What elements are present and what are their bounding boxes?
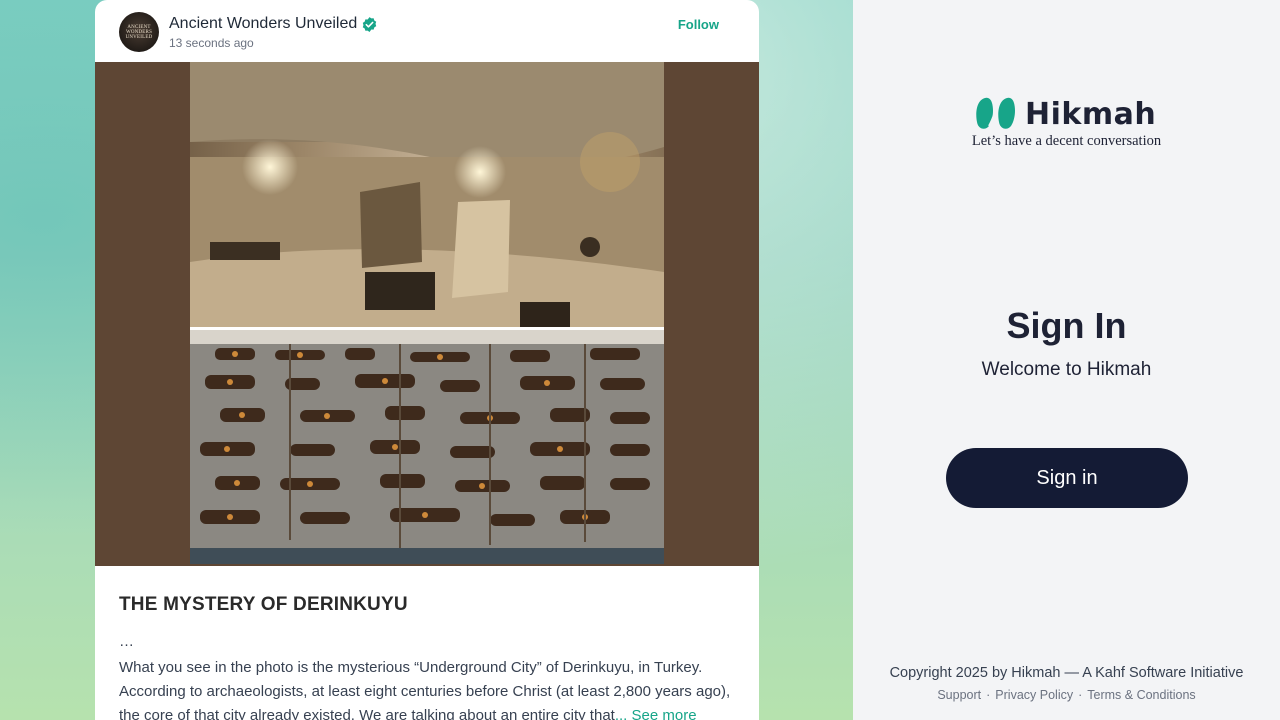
author-name-row[interactable]: Ancient Wonders Unveiled <box>169 15 378 33</box>
see-more-link[interactable]: ... See more <box>615 707 697 720</box>
feed-background: ANCIENT WONDERS UNVEILED Ancient Wonders… <box>0 0 853 720</box>
post-body: THE MYSTERY OF DERINKUYU … What you see … <box>119 594 739 720</box>
cave-interior-illustration <box>190 62 664 327</box>
footer-links: Support · Privacy Policy · Terms & Condition… <box>853 688 1280 702</box>
post-media[interactable] <box>95 62 759 566</box>
author-avatar[interactable]: ANCIENT WONDERS UNVEILED <box>119 12 159 52</box>
footer-separator: · <box>986 688 991 702</box>
signin-subtitle: Welcome to Hikmah <box>981 359 1152 380</box>
hikmah-logo-icon <box>976 97 1015 129</box>
post-ellipsis: … <box>119 633 134 650</box>
sign-in-button[interactable]: Sign in <box>946 448 1188 508</box>
post-timestamp: 13 seconds ago <box>169 36 254 50</box>
brand-name: Hikmah <box>1025 96 1157 132</box>
underground-city-illustration <box>190 330 664 564</box>
terms-link[interactable]: Terms & Conditions <box>1087 688 1195 702</box>
footer-separator: · <box>1078 688 1083 702</box>
underground-city-diagram <box>190 327 664 564</box>
cave-interior-photo <box>190 62 664 327</box>
support-link[interactable]: Support <box>937 688 981 702</box>
post-card: ANCIENT WONDERS UNVEILED Ancient Wonders… <box>95 0 759 720</box>
avatar-text: ANCIENT WONDERS UNVEILED <box>125 24 153 40</box>
signin-title: Sign In <box>1006 305 1127 346</box>
author-name[interactable]: Ancient Wonders Unveiled <box>169 15 357 33</box>
post-title: THE MYSTERY OF DERINKUYU <box>119 594 408 615</box>
tagline: Let’s have a decent conversation <box>971 133 1162 149</box>
follow-button[interactable]: Follow <box>678 17 719 32</box>
privacy-policy-link[interactable]: Privacy Policy <box>995 688 1073 702</box>
hikmah-logo: Hikmah <box>975 96 1160 132</box>
copyright-text: Copyright 2025 by Hikmah — A Kahf Softwa… <box>889 665 1244 681</box>
verified-badge-icon <box>363 16 377 32</box>
auth-panel: Hikmah Let’s have a decent conversation … <box>853 0 1280 720</box>
post-header: ANCIENT WONDERS UNVEILED Ancient Wonders… <box>95 0 759 62</box>
post-text: What you see in the photo is the mysteri… <box>119 656 739 720</box>
